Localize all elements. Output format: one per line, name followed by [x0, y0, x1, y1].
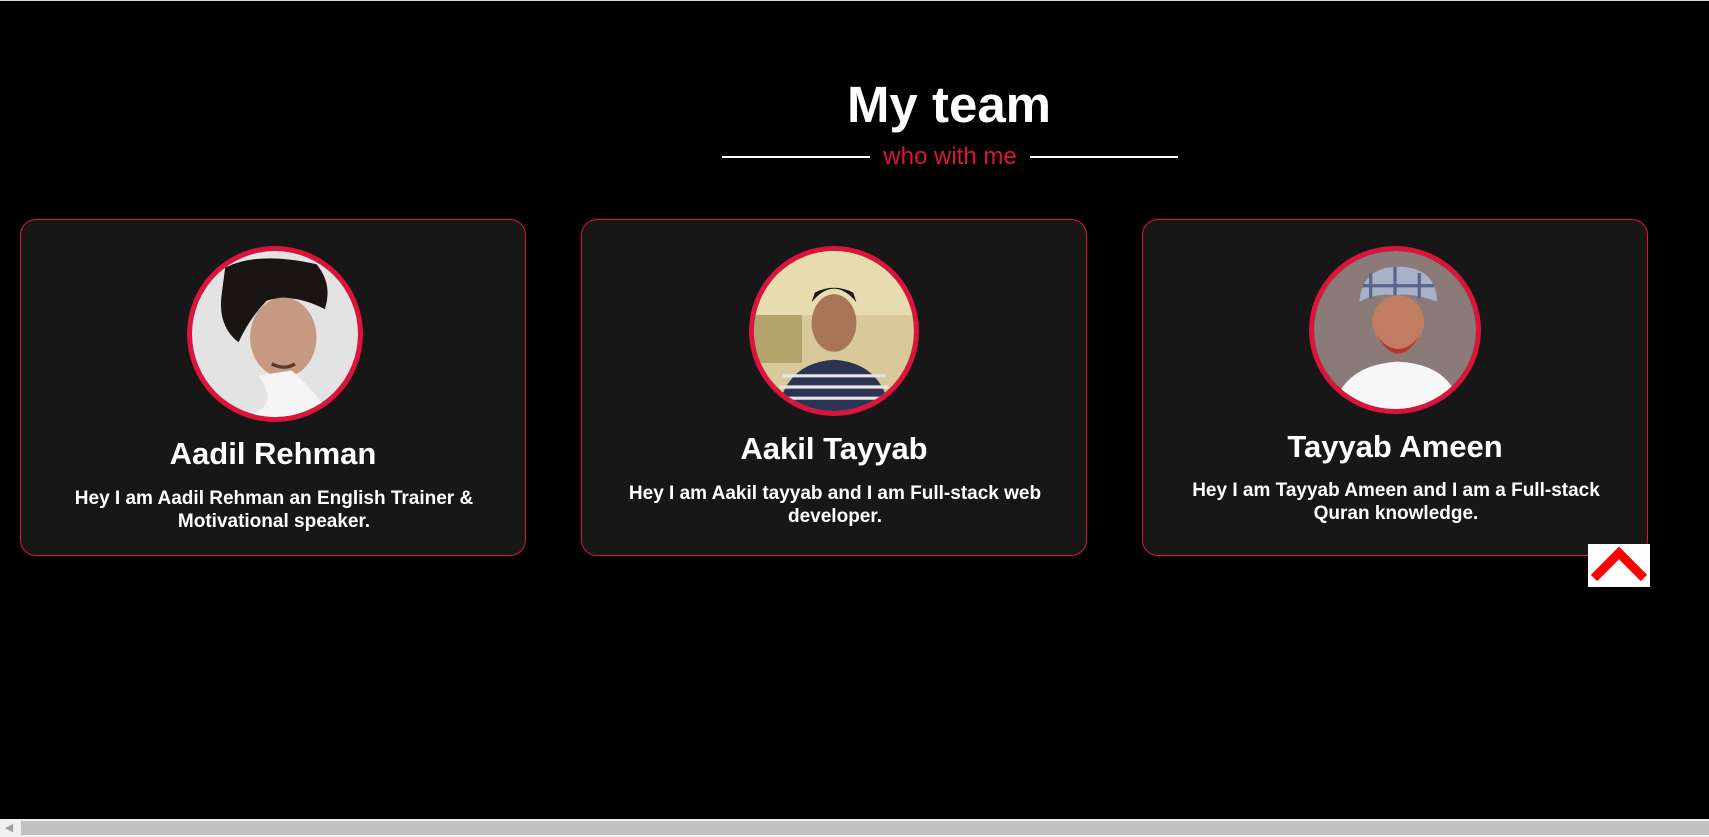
chevron-up-icon — [1590, 546, 1648, 582]
avatar-photo — [749, 246, 919, 416]
divider-right — [1030, 156, 1178, 158]
page-title: My team — [846, 76, 1052, 133]
member-name: Aadil Rehman — [169, 436, 377, 471]
member-description: Hey I am Aadil Rehman an English Trainer… — [74, 488, 474, 532]
top-border — [0, 0, 1709, 1]
divider-left — [722, 156, 870, 158]
member-description: Hey I am Tayyab Ameen and I am a Full-st… — [1192, 480, 1600, 524]
member-name: Aakil Tayyab — [740, 431, 928, 466]
team-card-aadil: Aadil Rehman Hey I am Aadil Rehman an En… — [20, 219, 526, 556]
scroll-left-icon[interactable]: ◀ — [0, 819, 18, 837]
avatar-photo — [187, 246, 363, 422]
team-card-aakil: Aakil Tayyab Hey I am Aakil tayyab and I… — [581, 219, 1087, 556]
avatar-photo — [1309, 246, 1481, 414]
member-description: Hey I am Aakil tayyab and I am Full-stac… — [628, 483, 1042, 527]
scrollbar-thumb[interactable] — [21, 821, 1709, 835]
scroll-to-top-button[interactable] — [1588, 544, 1650, 587]
horizontal-scrollbar[interactable]: ◀ — [0, 819, 1709, 837]
subtitle: who with me — [883, 143, 1017, 170]
page: My team who with me Aadil Rehman Hey I a… — [0, 0, 1709, 837]
team-card-tayyab: Tayyab Ameen Hey I am Tayyab Ameen and I… — [1142, 219, 1648, 556]
subtitle-row: who with me — [722, 140, 1178, 174]
member-name: Tayyab Ameen — [1287, 429, 1503, 464]
